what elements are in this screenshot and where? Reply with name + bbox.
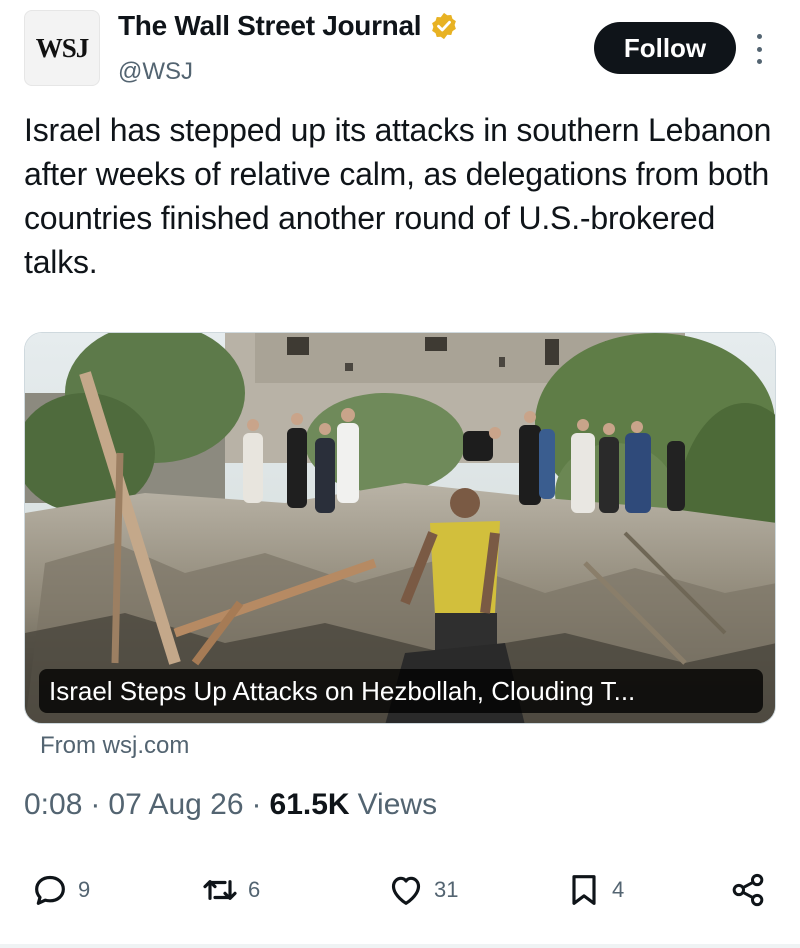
- meta-separator: ·: [90, 788, 101, 821]
- avatar[interactable]: WSJ: [24, 10, 100, 86]
- tweet-meta: 0:08 · 07 Aug 26 · 61.5K Views: [24, 788, 437, 822]
- verified-badge-icon: [432, 12, 457, 40]
- card-title[interactable]: Israel Steps Up Attacks on Hezbollah, Cl…: [39, 669, 763, 713]
- like-count: 31: [434, 877, 459, 902]
- bookmark-icon: [572, 875, 596, 905]
- account-handle[interactable]: @WSJ: [118, 58, 193, 86]
- bookmark-button[interactable]: 4: [564, 860, 624, 920]
- follow-button[interactable]: Follow: [594, 22, 736, 74]
- heart-icon: [391, 876, 421, 905]
- views-label: Views: [357, 788, 438, 821]
- tweet-header: WSJ The Wall Street Journal @WSJ Follow: [0, 0, 800, 100]
- action-bar: 9 6 31 4: [0, 860, 800, 920]
- like-button[interactable]: 31: [386, 860, 458, 920]
- display-name[interactable]: The Wall Street Journal: [118, 10, 422, 42]
- vertical-dots-icon[interactable]: [754, 34, 764, 64]
- meta-separator: ·: [251, 788, 262, 821]
- article-photo: [25, 333, 775, 723]
- divider: [0, 944, 800, 948]
- reply-button[interactable]: 9: [30, 860, 90, 920]
- retweet-arrows-icon: [203, 880, 237, 900]
- share-nodes-icon: [732, 873, 764, 907]
- speech-bubble-icon: [35, 875, 65, 905]
- link-card[interactable]: Israel Steps Up Attacks on Hezbollah, Cl…: [24, 332, 776, 724]
- tweet-time[interactable]: 0:08: [24, 788, 82, 822]
- tweet-date[interactable]: 07 Aug 26: [108, 788, 243, 822]
- views-count: 61.5K: [269, 788, 350, 821]
- retweet-count: 6: [248, 877, 261, 902]
- share-button[interactable]: [728, 860, 768, 920]
- card-source[interactable]: From wsj.com: [40, 732, 189, 760]
- tweet-text: Israel has stepped up its attacks in sou…: [24, 112, 772, 280]
- bookmark-count: 4: [612, 877, 625, 902]
- name-row: The Wall Street Journal: [118, 10, 459, 42]
- retweet-button[interactable]: 6: [200, 860, 260, 920]
- reply-count: 9: [78, 877, 91, 902]
